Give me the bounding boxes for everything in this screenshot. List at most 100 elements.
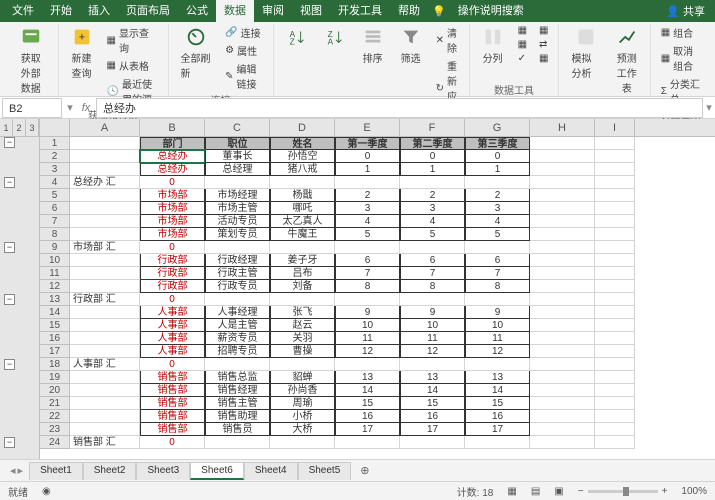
- cell[interactable]: 9: [400, 306, 465, 319]
- menu-file[interactable]: 文件: [4, 0, 42, 22]
- outline-level-1[interactable]: 1: [0, 119, 13, 136]
- manage-model-button[interactable]: ▦: [535, 52, 552, 65]
- sort-desc-button[interactable]: ZA: [318, 24, 352, 50]
- cell[interactable]: 16: [400, 410, 465, 423]
- namebox-dropdown-icon[interactable]: ▾: [64, 101, 76, 114]
- cell[interactable]: [270, 293, 335, 306]
- cell[interactable]: 1: [335, 163, 400, 176]
- cell[interactable]: 7: [465, 267, 530, 280]
- row-header[interactable]: 20: [40, 384, 70, 397]
- cell[interactable]: 刘备: [270, 280, 335, 293]
- menu-insert[interactable]: 插入: [80, 0, 118, 22]
- cell[interactable]: 销售员: [205, 423, 270, 436]
- cell[interactable]: [530, 397, 595, 410]
- properties-button[interactable]: ⚙ 属性: [221, 42, 267, 59]
- cell[interactable]: 16: [465, 410, 530, 423]
- row-header[interactable]: 7: [40, 215, 70, 228]
- zoom-in-icon[interactable]: +: [662, 486, 668, 497]
- cell[interactable]: [595, 436, 635, 449]
- cell[interactable]: 市场主管: [205, 202, 270, 215]
- cell[interactable]: 销售部: [140, 384, 205, 397]
- cell[interactable]: 销售部 汇: [70, 436, 140, 449]
- from-table-button[interactable]: ▦ 从表格: [103, 57, 162, 74]
- cell[interactable]: 2: [335, 189, 400, 202]
- cell[interactable]: 10: [465, 319, 530, 332]
- row-header[interactable]: 10: [40, 254, 70, 267]
- cell[interactable]: 招聘专员: [205, 345, 270, 358]
- cell[interactable]: 1: [465, 163, 530, 176]
- row-header[interactable]: 3: [40, 163, 70, 176]
- new-query-button[interactable]: + 新建 查询: [65, 24, 99, 82]
- cell[interactable]: 行政部 汇: [70, 293, 140, 306]
- cell[interactable]: [595, 228, 635, 241]
- cell[interactable]: [70, 410, 140, 423]
- cell[interactable]: [205, 176, 270, 189]
- cell[interactable]: [595, 384, 635, 397]
- ungroup-button[interactable]: ▦ 取消组合: [657, 42, 705, 74]
- cell[interactable]: [595, 397, 635, 410]
- sort-button[interactable]: 排序: [356, 24, 390, 67]
- cell[interactable]: 市场经理: [205, 189, 270, 202]
- sheet-tab[interactable]: Sheet3: [136, 462, 190, 480]
- cell[interactable]: [465, 358, 530, 371]
- cell[interactable]: 14: [400, 384, 465, 397]
- cell[interactable]: [70, 189, 140, 202]
- cell[interactable]: [595, 176, 635, 189]
- cell[interactable]: 活动专员: [205, 215, 270, 228]
- cell[interactable]: 董事长: [205, 150, 270, 163]
- cell[interactable]: [465, 293, 530, 306]
- col-header-B[interactable]: B: [140, 119, 205, 136]
- col-header-G[interactable]: G: [465, 119, 530, 136]
- refresh-all-button[interactable]: 全部刷新: [175, 24, 218, 82]
- cell[interactable]: [335, 358, 400, 371]
- share-button[interactable]: 👤 共享: [660, 3, 711, 19]
- sheet-tab[interactable]: Sheet1: [29, 462, 83, 480]
- cell[interactable]: [70, 228, 140, 241]
- cell[interactable]: [335, 176, 400, 189]
- cell[interactable]: 11: [335, 332, 400, 345]
- cell[interactable]: [70, 397, 140, 410]
- cell[interactable]: [465, 436, 530, 449]
- cell[interactable]: 猪八戒: [270, 163, 335, 176]
- cell[interactable]: 貂蝉: [270, 371, 335, 384]
- row-header[interactable]: 23: [40, 423, 70, 436]
- cell[interactable]: 杨戬: [270, 189, 335, 202]
- cell[interactable]: 赵云: [270, 319, 335, 332]
- row-header[interactable]: 24: [40, 436, 70, 449]
- cell[interactable]: [595, 306, 635, 319]
- cell[interactable]: [205, 241, 270, 254]
- cell[interactable]: [270, 358, 335, 371]
- forecast-sheet-button[interactable]: 预测 工作表: [610, 24, 644, 97]
- row-header[interactable]: 14: [40, 306, 70, 319]
- cell[interactable]: 销售部: [140, 397, 205, 410]
- view-normal-icon[interactable]: ▦: [507, 486, 516, 497]
- cell[interactable]: 9: [465, 306, 530, 319]
- data-validation-button[interactable]: ✓: [514, 52, 531, 65]
- cell[interactable]: [400, 176, 465, 189]
- cell[interactable]: [70, 202, 140, 215]
- cell[interactable]: 1: [400, 163, 465, 176]
- cell[interactable]: [205, 293, 270, 306]
- macro-record-icon[interactable]: ◉: [42, 486, 51, 497]
- cell[interactable]: [530, 371, 595, 384]
- outline-collapse-button[interactable]: −: [4, 359, 15, 370]
- cell[interactable]: 6: [335, 254, 400, 267]
- cell[interactable]: [530, 280, 595, 293]
- cell[interactable]: 人是主管: [205, 319, 270, 332]
- cell[interactable]: 10: [335, 319, 400, 332]
- cell[interactable]: 6: [400, 254, 465, 267]
- show-queries-button[interactable]: ▦ 显示查询: [103, 24, 162, 56]
- cell[interactable]: 第三季度: [465, 137, 530, 150]
- cell[interactable]: [70, 163, 140, 176]
- row-header[interactable]: 5: [40, 189, 70, 202]
- col-header-E[interactable]: E: [335, 119, 400, 136]
- cell[interactable]: 0: [140, 176, 205, 189]
- cell[interactable]: [530, 176, 595, 189]
- cell[interactable]: 行政主管: [205, 267, 270, 280]
- group-button[interactable]: ▦ 组合: [657, 24, 705, 41]
- cell[interactable]: 销售主管: [205, 397, 270, 410]
- cell[interactable]: [595, 410, 635, 423]
- cell[interactable]: 销售助理: [205, 410, 270, 423]
- cell[interactable]: 市场部: [140, 215, 205, 228]
- edit-links-button[interactable]: ✎ 编辑链接: [221, 60, 267, 92]
